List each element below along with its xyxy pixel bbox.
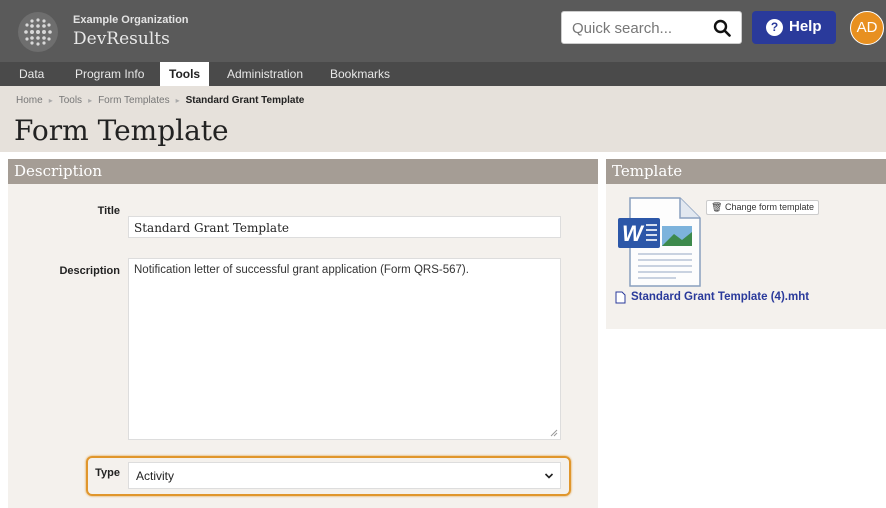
change-template-label: Change form template [724, 202, 814, 212]
description-field[interactable]: Notification letter of successful grant … [128, 258, 561, 440]
breadcrumb-current: Standard Grant Template [185, 95, 305, 106]
nav-item-administration[interactable]: Administration [218, 62, 312, 86]
file-icon [615, 291, 626, 304]
nav-item-bookmarks[interactable]: Bookmarks [321, 62, 399, 86]
template-panel: Template W 🗑 Change form template Standa… [606, 159, 886, 329]
type-select-value: Activity [136, 469, 175, 483]
search-input[interactable]: Quick search... [572, 20, 672, 37]
breadcrumb-separator-icon: ▸ [88, 96, 93, 105]
page-title: Form Template [14, 114, 229, 147]
breadcrumb-home[interactable]: Home [16, 95, 43, 106]
nav-item-data[interactable]: Data [10, 62, 53, 86]
breadcrumb: Home ▸ Tools ▸ Form Templates ▸ Standard Grant… [16, 95, 304, 106]
help-button[interactable]: ? Help [752, 11, 836, 44]
description-panel: Description Title Standard Grant Templat… [8, 159, 598, 508]
title-area: Home ▸ Tools ▸ Form Templates ▸ Standard Grant… [0, 86, 886, 152]
logo-icon[interactable] [18, 12, 58, 52]
type-select[interactable]: Activity [128, 462, 561, 489]
title-label: Title [97, 205, 120, 217]
search-icon[interactable] [713, 19, 731, 37]
svg-text:W: W [622, 221, 645, 246]
template-heading: Template [606, 159, 886, 184]
breadcrumb-separator-icon: ▸ [175, 96, 180, 105]
description-text: Notification letter of successful grant … [134, 264, 469, 276]
main-nav: Data Program Info Tools Administration B… [0, 62, 886, 86]
template-file-link[interactable]: Standard Grant Template (4).mht [631, 291, 809, 303]
word-document-icon: W [618, 197, 701, 287]
description-heading: Description [8, 159, 598, 184]
quick-search[interactable]: Quick search... [561, 11, 742, 44]
avatar[interactable]: AD [850, 11, 884, 45]
breadcrumb-separator-icon: ▸ [48, 96, 53, 105]
title-field[interactable]: Standard Grant Template [128, 216, 561, 238]
org-name: Example Organization [73, 14, 189, 26]
help-label: Help [789, 18, 822, 35]
chevron-down-icon [544, 473, 554, 479]
question-icon: ? [766, 19, 783, 36]
app-name[interactable]: DevResults [73, 29, 170, 49]
description-label: Description [59, 265, 120, 277]
nav-item-program-info[interactable]: Program Info [66, 62, 153, 86]
type-label: Type [95, 467, 120, 479]
breadcrumb-tools[interactable]: Tools [59, 95, 82, 106]
top-bar: Example Organization DevResults Quick se… [0, 0, 886, 62]
resize-grip-icon[interactable] [550, 429, 558, 437]
breadcrumb-form-templates[interactable]: Form Templates [98, 95, 170, 106]
trash-icon: 🗑 [711, 202, 723, 212]
change-template-button[interactable]: 🗑 Change form template [706, 200, 819, 215]
nav-item-tools[interactable]: Tools [160, 62, 210, 86]
